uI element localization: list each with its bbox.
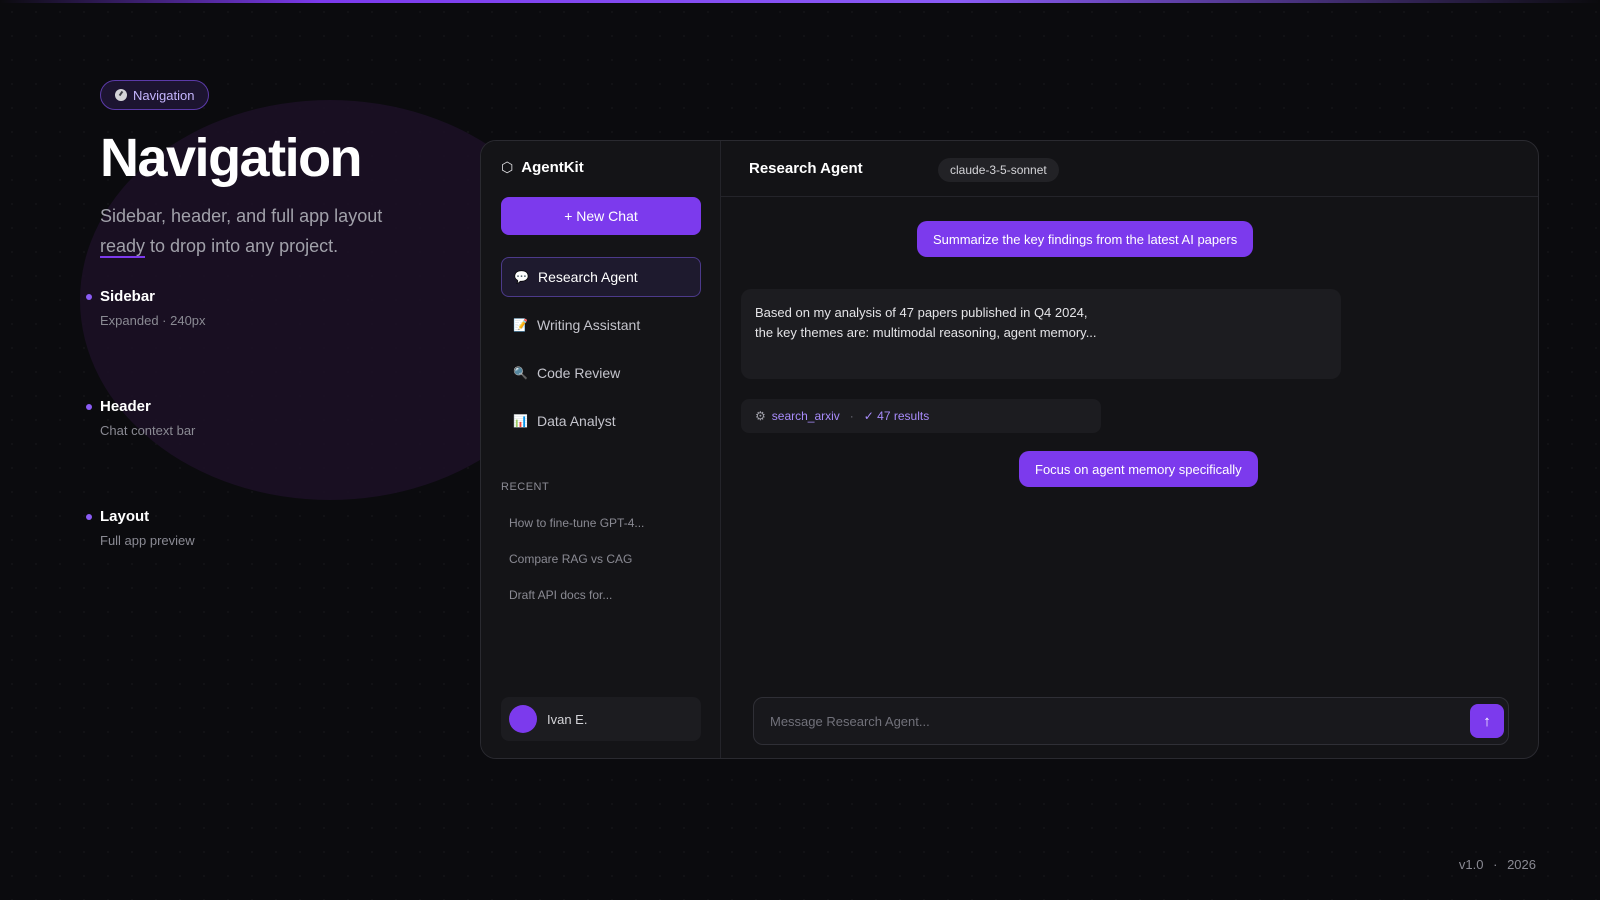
bullet-dot: [86, 514, 92, 520]
sidebar-item-code-review[interactable]: 🔍 Code Review: [501, 353, 701, 393]
feature-item: Layout Full app preview: [86, 508, 206, 618]
subtitle-text-2: to drop into any project.: [145, 235, 339, 256]
sidebar-item-label: Data Analyst: [537, 413, 616, 429]
assistant-message: Based on my analysis of 47 papers publis…: [741, 289, 1341, 379]
subtitle-text-1: Sidebar, header, and full app layout: [100, 205, 383, 226]
feature-title: Sidebar: [100, 288, 156, 305]
recent-list: How to fine-tune GPT-4... Compare RAG vs…: [509, 505, 644, 613]
separator: ·: [849, 409, 854, 423]
feature-desc: Full app preview: [100, 533, 195, 548]
user-name: Ivan E.: [547, 711, 588, 727]
sidebar-item-label: Writing Assistant: [537, 317, 641, 333]
sidebar: ⬡ AgentKit + New Chat 💬 Research Agent 📝…: [481, 141, 721, 758]
recent-chat-item[interactable]: Compare RAG vs CAG: [509, 541, 644, 577]
app-preview: ⬡ AgentKit + New Chat 💬 Research Agent 📝…: [480, 140, 1539, 759]
send-button[interactable]: ↑: [1470, 704, 1504, 738]
version-footer: v1.0 · 2026: [1459, 857, 1536, 872]
compass-icon: [115, 89, 127, 101]
new-chat-button[interactable]: + New Chat: [501, 197, 701, 235]
feature-item: Sidebar Expanded · 240px: [86, 288, 206, 398]
tool-call-chip[interactable]: ⚙ search_arxiv · ✓ 47 results: [741, 399, 1101, 433]
tool-result: ✓ 47 results: [863, 409, 930, 423]
feature-desc: Chat context bar: [100, 423, 196, 438]
assistant-message-line: Based on my analysis of 47 papers publis…: [755, 305, 1088, 320]
hexagon-icon: ⬡: [501, 159, 514, 175]
sidebar-item-label: Research Agent: [538, 269, 638, 285]
user-message: Summarize the key findings from the late…: [917, 221, 1254, 257]
sidebar-item-research-agent[interactable]: 💬 Research Agent: [501, 257, 701, 297]
recent-chat-item[interactable]: Draft API docs for...: [509, 577, 644, 613]
section-pill-label: Navigation: [133, 87, 195, 103]
brand-name: AgentKit: [521, 159, 584, 176]
chat-title: Research Agent: [749, 160, 863, 177]
feature-title: Layout: [100, 508, 150, 525]
model-badge[interactable]: claude-3-5-sonnet: [938, 158, 1059, 182]
page-title: Navigation: [100, 128, 363, 188]
chat-main: Research Agent claude-3-5-sonnet Summari…: [721, 141, 1538, 758]
avatar: [509, 705, 537, 733]
arrow-up-icon: ↑: [1483, 712, 1491, 730]
gear-icon: ⚙: [755, 409, 766, 423]
user-message: Focus on agent memory specifically: [1019, 451, 1258, 487]
chat-header: Research Agent claude-3-5-sonnet: [721, 141, 1538, 197]
subtitle-underlined: ready: [100, 235, 146, 258]
speech-bubble-icon: 💬: [514, 270, 529, 284]
sidebar-item-data-analyst[interactable]: 📊 Data Analyst: [501, 401, 701, 441]
bullet-dot: [86, 404, 92, 410]
assistant-message-line: the key themes are: multimodal reasoning…: [755, 325, 1097, 340]
feature-title: Header: [100, 398, 151, 415]
agent-nav: 💬 Research Agent 📝 Writing Assistant 🔍 C…: [501, 257, 701, 449]
feature-item: Header Chat context bar: [86, 398, 206, 508]
tool-name: search_arxiv: [771, 409, 840, 423]
magnifier-icon: 🔍: [513, 366, 528, 380]
brand[interactable]: ⬡ AgentKit: [501, 159, 584, 176]
message-composer: ↑: [753, 697, 1509, 745]
top-accent-line: [0, 0, 1600, 3]
sidebar-item-label: Code Review: [537, 365, 621, 381]
year-label: 2026: [1507, 857, 1536, 872]
sidebar-item-writing-assistant[interactable]: 📝 Writing Assistant: [501, 305, 701, 345]
bar-chart-icon: 📊: [513, 414, 528, 428]
bullet-dot: [86, 294, 92, 300]
memo-icon: 📝: [513, 318, 528, 332]
section-pill: Navigation: [100, 80, 210, 110]
message-input[interactable]: [754, 698, 1454, 744]
recent-heading: RECENT: [501, 481, 550, 493]
version-label: v1.0: [1458, 857, 1484, 872]
feature-list: Sidebar Expanded · 240px Header Chat con…: [86, 288, 206, 618]
user-profile[interactable]: Ivan E.: [501, 697, 701, 741]
page-subtitle: Sidebar, header, and full app layout rea…: [100, 201, 460, 261]
separator: ·: [1493, 857, 1498, 872]
recent-chat-item[interactable]: How to fine-tune GPT-4...: [509, 505, 644, 541]
hero-section: Navigation Navigation Sidebar, header, a…: [100, 80, 460, 261]
feature-desc: Expanded · 240px: [100, 313, 206, 328]
